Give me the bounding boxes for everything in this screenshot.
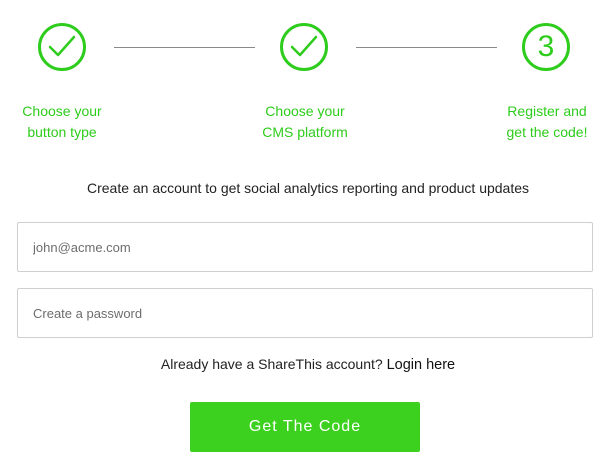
- password-field[interactable]: [17, 288, 593, 338]
- step-3-circle: 3: [522, 23, 570, 71]
- signup-tagline: Create an account to get social analytic…: [86, 180, 530, 196]
- step-connector-2: [356, 47, 497, 48]
- step-1-label-line1: Choose your: [22, 103, 102, 119]
- checkmark-icon: [48, 35, 76, 57]
- step-2-circle: [280, 23, 328, 71]
- step-2-label-line2: CMS platform: [262, 124, 348, 140]
- login-prompt-line: Already have a ShareThis account? Login …: [0, 356, 616, 373]
- step-1-circle: [38, 23, 86, 71]
- step-1-label: Choose your button type: [0, 101, 127, 143]
- step-2-label: Choose your CMS platform: [240, 101, 370, 143]
- step-3-label: Register and get the code!: [482, 101, 612, 143]
- registration-page: 3 Choose your button type Choose your CM…: [0, 0, 616, 466]
- step-3-number: 3: [537, 30, 555, 63]
- get-the-code-button[interactable]: Get The Code: [190, 402, 420, 452]
- step-connector-1: [114, 47, 255, 48]
- step-2-label-line1: Choose your: [265, 103, 345, 119]
- step-3-label-line2: get the code!: [506, 124, 588, 140]
- login-link[interactable]: Login here: [387, 357, 456, 373]
- email-field[interactable]: [17, 222, 593, 272]
- login-prompt-text: Already have a ShareThis account?: [160, 356, 383, 372]
- step-1-label-line2: button type: [27, 124, 97, 140]
- checkmark-icon: [290, 35, 318, 57]
- step-3-label-line1: Register and: [507, 103, 587, 119]
